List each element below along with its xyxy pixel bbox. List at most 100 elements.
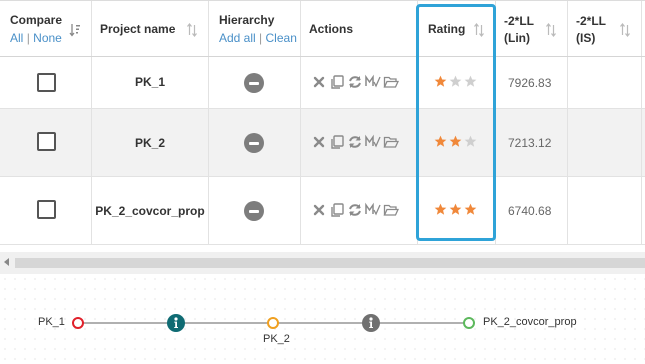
- star-empty-icon[interactable]: [464, 75, 477, 88]
- rating-stars[interactable]: [434, 135, 477, 148]
- link-separator: |: [259, 31, 263, 45]
- rating-cell: [418, 177, 496, 244]
- lin-cell: 7213.12: [496, 109, 568, 176]
- copy-icon[interactable]: [329, 74, 345, 90]
- rating-stars[interactable]: [434, 203, 477, 216]
- timeline-model-node[interactable]: [267, 317, 279, 329]
- star-filled-icon[interactable]: [449, 135, 462, 148]
- compare-select-links: All | None: [10, 31, 62, 45]
- project-comparison-grid: Compare All | None Project name Hierarch…: [0, 0, 645, 245]
- rating-cell: [418, 57, 496, 108]
- timeline-model-node[interactable]: [463, 317, 475, 329]
- select-all-link[interactable]: All: [10, 31, 23, 45]
- folder-open-icon[interactable]: [383, 202, 399, 218]
- action-icons: [311, 134, 399, 150]
- header-is[interactable]: -2*LL (IS): [568, 1, 642, 56]
- lin-value: 7213.12: [508, 136, 552, 150]
- model-edit-icon[interactable]: [365, 74, 381, 90]
- lin-cell: 6740.68: [496, 177, 568, 244]
- compare-title: Compare: [10, 13, 63, 27]
- grid-header: Compare All | None Project name Hierarch…: [0, 1, 645, 57]
- star-filled-icon[interactable]: [434, 203, 447, 216]
- project-name-title: Project name: [100, 22, 176, 36]
- star-filled-icon[interactable]: [449, 203, 462, 216]
- is-cell: [568, 177, 642, 244]
- is-cell: [568, 109, 642, 176]
- refresh-icon[interactable]: [347, 202, 363, 218]
- model-edit-icon[interactable]: [365, 202, 381, 218]
- clean-link[interactable]: Clean: [266, 31, 297, 45]
- star-filled-icon[interactable]: [464, 203, 477, 216]
- close-icon[interactable]: [311, 74, 327, 90]
- lin-cell: 7926.83: [496, 57, 568, 108]
- rating-stars[interactable]: [434, 75, 477, 88]
- is-title-line2: (IS): [576, 31, 596, 45]
- actions-cell: [301, 177, 418, 244]
- compare-checkbox[interactable]: [37, 200, 56, 219]
- close-icon[interactable]: [311, 202, 327, 218]
- compare-checkbox[interactable]: [37, 73, 56, 92]
- refresh-icon[interactable]: [347, 134, 363, 150]
- refresh-icon[interactable]: [347, 74, 363, 90]
- scroll-left-arrow-icon[interactable]: [4, 258, 9, 266]
- sort-icon[interactable]: [473, 23, 485, 37]
- hierarchy-cell: [209, 109, 301, 176]
- copy-icon[interactable]: [329, 202, 345, 218]
- header-compare: Compare All | None: [0, 1, 92, 56]
- action-icons: [311, 74, 399, 90]
- model-hierarchy-timeline: PK_1 PK_2 PK_2_covcor_prop: [0, 274, 645, 364]
- project-name[interactable]: PK_1: [92, 75, 208, 89]
- link-separator: |: [26, 31, 30, 45]
- is-cell: [568, 57, 642, 108]
- lin-title: -2*LL (Lin): [504, 13, 534, 47]
- hierarchy-links: Add all | Clean: [219, 31, 297, 45]
- compare-checkbox[interactable]: [37, 132, 56, 151]
- close-icon[interactable]: [311, 134, 327, 150]
- lin-value: 7926.83: [508, 76, 552, 90]
- scrollbar-thumb[interactable]: [15, 258, 645, 268]
- remove-from-hierarchy-icon[interactable]: [244, 73, 264, 93]
- folder-open-icon[interactable]: [383, 74, 399, 90]
- project-name[interactable]: PK_2: [92, 136, 208, 150]
- rating-title: Rating: [428, 22, 466, 36]
- project-name-cell: PK_2: [92, 109, 209, 176]
- select-none-link[interactable]: None: [33, 31, 62, 45]
- project-name[interactable]: PK_2_covcor_prop: [92, 204, 208, 218]
- compare-cell: [0, 109, 92, 176]
- hierarchy-cell: [209, 177, 301, 244]
- header-project-name[interactable]: Project name: [92, 1, 209, 56]
- timeline-end-label: PK_2_covcor_prop: [483, 316, 577, 328]
- sort-icon[interactable]: [619, 23, 631, 37]
- sort-icon[interactable]: [545, 23, 557, 37]
- model-edit-icon[interactable]: [365, 134, 381, 150]
- timeline-info-icon[interactable]: [362, 314, 380, 332]
- remove-from-hierarchy-icon[interactable]: [244, 201, 264, 221]
- header-lin[interactable]: -2*LL (Lin): [496, 1, 568, 56]
- hierarchy-title: Hierarchy: [219, 13, 275, 27]
- actions-title: Actions: [309, 22, 354, 36]
- project-name-cell: PK_2_covcor_prop: [92, 177, 209, 244]
- timeline-middle-label: PK_2: [263, 333, 290, 345]
- header-actions: Actions: [301, 1, 418, 56]
- timeline-start-label: PK_1: [38, 316, 65, 328]
- folder-open-icon[interactable]: [383, 134, 399, 150]
- sort-desc-icon[interactable]: [69, 23, 81, 37]
- timeline-model-node[interactable]: [72, 317, 84, 329]
- star-empty-icon[interactable]: [464, 135, 477, 148]
- header-rating[interactable]: Rating: [418, 1, 496, 56]
- hierarchy-cell: [209, 57, 301, 108]
- add-all-link[interactable]: Add all: [219, 31, 256, 45]
- star-filled-icon[interactable]: [434, 75, 447, 88]
- timeline-info-icon[interactable]: [167, 314, 185, 332]
- remove-from-hierarchy-icon[interactable]: [244, 133, 264, 153]
- lin-title-line1: -2*LL: [504, 14, 534, 28]
- star-filled-icon[interactable]: [434, 135, 447, 148]
- copy-icon[interactable]: [329, 134, 345, 150]
- rating-cell: [418, 109, 496, 176]
- horizontal-scrollbar[interactable]: [0, 252, 645, 274]
- star-empty-icon[interactable]: [449, 75, 462, 88]
- project-name-cell: PK_1: [92, 57, 209, 108]
- action-icons: [311, 202, 399, 218]
- sort-icon[interactable]: [186, 23, 198, 37]
- header-hierarchy: Hierarchy Add all | Clean: [209, 1, 301, 56]
